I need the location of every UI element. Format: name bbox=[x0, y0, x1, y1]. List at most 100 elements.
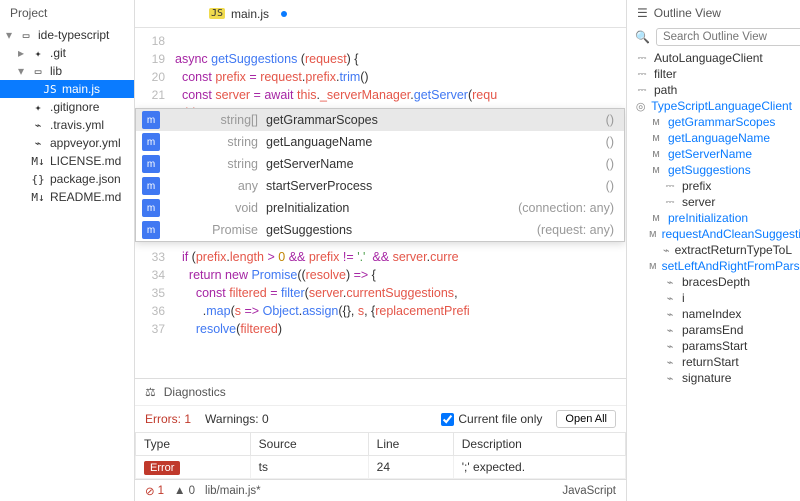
outline-item-label: getServerName bbox=[668, 147, 752, 161]
status-path[interactable]: lib/main.js* bbox=[205, 485, 261, 497]
outline-item-label: path bbox=[654, 83, 677, 97]
tree-item-label: .gitignore bbox=[50, 100, 99, 114]
autocomplete-item[interactable]: mstringgetLanguageName() bbox=[136, 131, 624, 153]
outline-item-label: getGrammarScopes bbox=[668, 115, 775, 129]
outline-item[interactable]: ⌁ paramsEnd bbox=[627, 322, 800, 338]
autocomplete-item[interactable]: manystartServerProcess() bbox=[136, 175, 624, 197]
outline-item[interactable]: ᴍrequestAndCleanSuggesti bbox=[627, 226, 800, 242]
outline-item[interactable]: ⌁bracesDepth bbox=[627, 274, 800, 290]
file-icon: ✦ bbox=[30, 47, 46, 60]
tree-item-label: .git bbox=[50, 46, 66, 60]
tree-item[interactable]: {}package.json bbox=[0, 170, 134, 188]
outline-item[interactable]: ᴍpreInitialization bbox=[627, 210, 800, 226]
symbol-icon: ⎓ bbox=[635, 52, 649, 65]
file-icon: M↓ bbox=[30, 191, 46, 204]
tree-item[interactable]: JSmain.js bbox=[0, 80, 134, 98]
autocomplete-signature: (request: any) bbox=[537, 223, 624, 237]
symbol-icon: ⌁ bbox=[663, 324, 677, 337]
tree-item-label: lib bbox=[50, 64, 62, 78]
autocomplete-label: getGrammarScopes bbox=[266, 113, 606, 127]
tab-label: main.js bbox=[231, 7, 269, 21]
outline-item[interactable]: ⎓filter bbox=[627, 66, 800, 82]
col-description[interactable]: Description bbox=[453, 433, 625, 456]
outline-item[interactable]: ⌁returnStart bbox=[627, 354, 800, 370]
current-file-only-checkbox[interactable] bbox=[441, 413, 454, 426]
outline-item[interactable]: ⌁extractReturnTypeToL bbox=[627, 242, 800, 258]
autocomplete-item[interactable]: mvoidpreInitialization(connection: any) bbox=[136, 197, 624, 219]
autocomplete-item[interactable]: mstring[]getGrammarScopes() bbox=[136, 109, 624, 131]
outline-item[interactable]: ⌁i bbox=[627, 290, 800, 306]
outline-item-label: AutoLanguageClient bbox=[654, 51, 763, 65]
file-icon: JS bbox=[42, 83, 58, 96]
current-file-only-toggle[interactable]: Current file only bbox=[441, 412, 542, 426]
file-icon: ⌁ bbox=[30, 119, 46, 132]
outline-item[interactable]: ⎓path bbox=[627, 82, 800, 98]
outline-item[interactable]: ⎓prefix bbox=[627, 178, 800, 194]
tree-item[interactable]: M↓LICENSE.md bbox=[0, 152, 134, 170]
outline-item[interactable]: ⎓ AutoLanguageClient bbox=[627, 50, 800, 66]
diagnostics-table: Type Source Line Description Error ts 24… bbox=[135, 432, 626, 479]
project-tree[interactable]: ▾▭ide-typescript ▸ ✦ .git ▾▭libJSmain.js✦.gi… bbox=[0, 26, 134, 501]
autocomplete-item[interactable]: mPromisegetSuggestions(request: any) bbox=[136, 219, 624, 241]
tree-item[interactable]: ▾▭ide-typescript bbox=[0, 26, 134, 44]
twisty-icon: ▾ bbox=[16, 64, 26, 78]
twisty-icon: ▸ bbox=[16, 46, 26, 60]
outline-item-label: nameIndex bbox=[682, 307, 741, 321]
outline-item[interactable]: ᴍsetLeftAndRightFromPars bbox=[627, 258, 800, 274]
warnings-label: Warnings: bbox=[205, 412, 259, 426]
tree-item[interactable]: M↓README.md bbox=[0, 188, 134, 206]
symbol-icon: ⌁ bbox=[663, 340, 677, 353]
outline-item-label: extractReturnTypeToL bbox=[675, 243, 792, 257]
autocomplete-item[interactable]: mstringgetServerName() bbox=[136, 153, 624, 175]
autocomplete-signature: (connection: any) bbox=[518, 201, 624, 215]
symbol-icon: ⌁ bbox=[663, 276, 677, 289]
symbol-icon: ⌁ bbox=[663, 308, 677, 321]
outline-item[interactable]: ◎TypeScriptLanguageClient bbox=[627, 98, 800, 114]
autocomplete-label: startServerProcess bbox=[266, 179, 606, 193]
autocomplete-label: getServerName bbox=[266, 157, 606, 171]
autocomplete-signature: () bbox=[606, 113, 624, 127]
outline-item[interactable]: ⌁paramsStart bbox=[627, 338, 800, 354]
outline-item[interactable]: ⌁signature bbox=[627, 370, 800, 386]
outline-item[interactable]: ᴍgetServerName bbox=[627, 146, 800, 162]
outline-search-input[interactable] bbox=[656, 28, 800, 46]
outline-item-label: server bbox=[682, 195, 715, 209]
tree-item[interactable]: ✦.gitignore bbox=[0, 98, 134, 116]
outline-item[interactable]: ᴍgetSuggestions bbox=[627, 162, 800, 178]
autocomplete-type: void bbox=[166, 201, 266, 215]
outline-item[interactable]: ⎓server bbox=[627, 194, 800, 210]
outline-item[interactable]: ᴍgetLanguageName bbox=[627, 130, 800, 146]
tab-main-js[interactable]: JS main.js bbox=[195, 0, 301, 27]
diagnostic-row[interactable]: Error ts 24 ';' expected. bbox=[136, 456, 626, 479]
col-source[interactable]: Source bbox=[250, 433, 368, 456]
outline-item[interactable]: ⌁ nameIndex bbox=[627, 306, 800, 322]
tree-item[interactable]: ⌁.travis.yml bbox=[0, 116, 134, 134]
outline-item-label: setLeftAndRightFromPars bbox=[662, 259, 800, 273]
col-type[interactable]: Type bbox=[136, 433, 251, 456]
symbol-icon: ⌁ bbox=[663, 356, 677, 369]
status-language[interactable]: JavaScript bbox=[562, 485, 616, 497]
autocomplete-type: string bbox=[166, 135, 266, 149]
autocomplete-type: string bbox=[166, 157, 266, 171]
method-kind-icon: m bbox=[142, 221, 160, 239]
tree-item[interactable]: ▸ ✦ .git bbox=[0, 44, 134, 62]
tree-item[interactable]: ⌁appveyor.yml bbox=[0, 134, 134, 152]
col-line[interactable]: Line bbox=[368, 433, 453, 456]
method-kind-icon: m bbox=[142, 177, 160, 195]
symbol-icon: ⌁ bbox=[663, 372, 677, 385]
outline-list[interactable]: ⎓ AutoLanguageClient⎓filter⎓path◎TypeScri… bbox=[627, 48, 800, 501]
code-editor[interactable]: 18192021243334353637 async getSuggestion… bbox=[135, 28, 626, 378]
errors-label: Errors: bbox=[145, 412, 181, 426]
open-all-button[interactable]: Open All bbox=[556, 410, 616, 428]
outline-item[interactable]: ᴍ getGrammarScopes bbox=[627, 114, 800, 130]
symbol-icon: ᴍ bbox=[649, 116, 663, 128]
diagnostics-header[interactable]: ⚖ Diagnostics bbox=[135, 379, 626, 406]
outline-item-label: paramsEnd bbox=[682, 323, 743, 337]
project-title: Project bbox=[0, 0, 134, 26]
symbol-icon: ᴍ bbox=[649, 164, 663, 176]
status-errors[interactable]: ⊘1 bbox=[145, 484, 164, 498]
tree-item-label: package.json bbox=[50, 172, 121, 186]
tree-item[interactable]: ▾▭lib bbox=[0, 62, 134, 80]
autocomplete-popup[interactable]: mstring[]getGrammarScopes()mstringgetLan… bbox=[135, 108, 625, 242]
status-warnings[interactable]: ▲ 0 bbox=[174, 485, 195, 497]
